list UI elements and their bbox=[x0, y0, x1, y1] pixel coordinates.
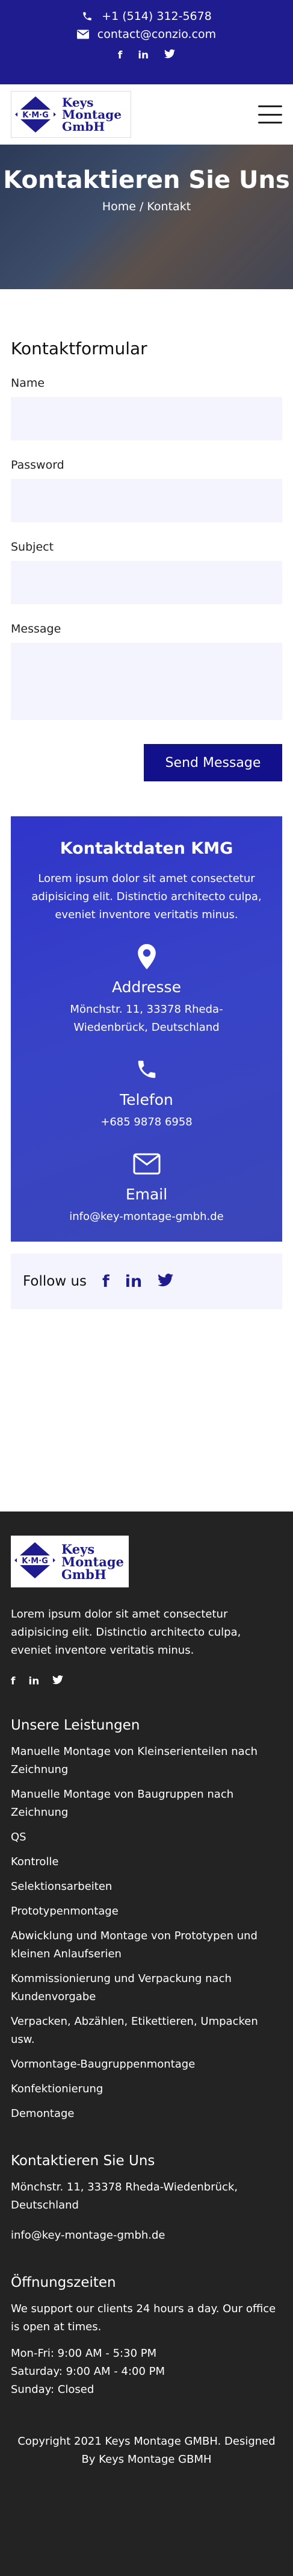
topbar-email-row[interactable]: contact@conzio.com bbox=[0, 25, 293, 43]
linkedin-icon[interactable]: in bbox=[138, 49, 149, 61]
linkedin-icon[interactable]: in bbox=[125, 1272, 142, 1291]
page-title: Kontaktieren Sie Uns bbox=[3, 166, 290, 194]
logo-line-1: Keys bbox=[61, 1541, 95, 1557]
services-heading: Unsere Leistungen bbox=[11, 1718, 140, 1733]
envelope-icon bbox=[11, 1149, 282, 1178]
service-link[interactable]: Vormontage-Baugruppenmontage bbox=[11, 2055, 282, 2074]
email-title: Email bbox=[125, 1186, 168, 1203]
phone-number[interactable]: +685 9878 6958 bbox=[11, 1113, 282, 1131]
subject-field[interactable] bbox=[11, 561, 282, 604]
page-hero: Kontaktieren Sie Uns Home / Kontakt bbox=[0, 145, 293, 289]
twitter-icon[interactable] bbox=[158, 1272, 174, 1291]
service-link[interactable]: Kontrolle bbox=[11, 1853, 282, 1871]
twitter-icon[interactable] bbox=[52, 1675, 64, 1687]
service-link[interactable]: Abwicklung und Montage von Prototypen un… bbox=[11, 1927, 282, 1963]
name-field[interactable] bbox=[11, 397, 282, 440]
topbar-phone-row[interactable]: +1 (514) 312-5678 bbox=[0, 7, 293, 25]
password-field[interactable] bbox=[11, 479, 282, 522]
contact-heading: Kontaktdaten KMG bbox=[60, 839, 233, 858]
footer-social: f in bbox=[11, 1675, 282, 1687]
topbar-email[interactable]: contact@conzio.com bbox=[97, 28, 216, 41]
site-header: K·M·G Keys Montage GmbH bbox=[0, 84, 293, 145]
subject-label: Subject bbox=[11, 540, 54, 554]
opening-hours-list: Mon-Fri: 9:00 AM - 5:30 PM Saturday: 9:0… bbox=[11, 2345, 282, 2399]
contact-form: Kontaktformular Name Password Subject Me… bbox=[0, 339, 293, 781]
twitter-icon[interactable] bbox=[164, 49, 176, 61]
follow-us-bar: Follow us f in bbox=[11, 1254, 282, 1309]
logo-line-1: Keys bbox=[62, 95, 94, 110]
logo-wordmark: Keys Montage GmbH bbox=[62, 96, 122, 133]
logo-mark-text: K·M·G bbox=[22, 1557, 48, 1566]
address-title: Addresse bbox=[112, 978, 181, 996]
phone-title: Telefon bbox=[120, 1091, 173, 1108]
message-label: Message bbox=[11, 622, 61, 636]
menu-toggle-button[interactable] bbox=[258, 105, 282, 123]
footer-about-text: Lorem ipsum dolor sit amet consectetur a… bbox=[11, 1608, 241, 1657]
linkedin-icon[interactable]: in bbox=[28, 1675, 39, 1687]
service-link[interactable]: Manuelle Montage von Kleinserienteilen n… bbox=[11, 1743, 282, 1779]
facebook-icon[interactable]: f bbox=[102, 1272, 109, 1291]
message-field[interactable] bbox=[11, 643, 282, 720]
hours-weekdays: Mon-Fri: 9:00 AM - 5:30 PM bbox=[11, 2347, 157, 2360]
password-label: Password bbox=[11, 458, 64, 472]
logo-line-3: GmbH bbox=[62, 119, 105, 134]
name-label: Name bbox=[11, 377, 45, 390]
email-address[interactable]: info@key-montage-gmbh.de bbox=[11, 1208, 282, 1226]
service-link[interactable]: Konfektionierung bbox=[11, 2080, 282, 2098]
contact-details-panel: Kontaktdaten KMG Lorem ipsum dolor sit a… bbox=[11, 816, 282, 1242]
logo-line-2: Montage bbox=[62, 107, 122, 122]
service-link[interactable]: Manuelle Montage von Baugruppen nach Zei… bbox=[11, 1786, 282, 1822]
address-text: Mönchstr. 11, 33378 Rheda-Wiedenbrück, D… bbox=[70, 1003, 223, 1034]
site-logo[interactable]: K·M·G Keys Montage GmbH bbox=[11, 91, 131, 138]
service-link[interactable]: QS bbox=[11, 1828, 282, 1846]
phone-icon bbox=[11, 1055, 282, 1084]
hours-sunday: Sunday: Closed bbox=[11, 2383, 94, 2396]
topbar-social: f in bbox=[0, 49, 293, 61]
services-list: Manuelle Montage von Kleinserienteilen n… bbox=[11, 1743, 282, 2123]
copyright-text: Copyright 2021 Keys Montage GMBH. Design… bbox=[17, 2435, 276, 2466]
breadcrumb[interactable]: Home / Kontakt bbox=[0, 200, 293, 213]
follow-us-label: Follow us bbox=[23, 1274, 87, 1289]
facebook-icon[interactable]: f bbox=[11, 1675, 15, 1687]
logo-diamond-mark: K·M·G bbox=[13, 1541, 57, 1582]
service-link[interactable]: Demontage bbox=[11, 2105, 282, 2123]
address-block: Addresse Mönchstr. 11, 33378 Rheda-Wiede… bbox=[11, 942, 282, 1037]
topbar-phone[interactable]: +1 (514) 312-5678 bbox=[102, 10, 212, 23]
email-block: Email info@key-montage-gmbh.de bbox=[11, 1149, 282, 1226]
logo-mark-text: K·M·G bbox=[22, 111, 49, 120]
phone-block: Telefon +685 9878 6958 bbox=[11, 1055, 282, 1131]
phone-icon bbox=[81, 10, 93, 22]
logo-line-3: GmbH bbox=[61, 1566, 106, 1582]
service-link[interactable]: Selektionsarbeiten bbox=[11, 1878, 282, 1896]
footer-contact-address: Mönchstr. 11, 33378 Rheda-Wiedenbrück, D… bbox=[11, 2181, 238, 2212]
hamburger-bar bbox=[258, 113, 282, 116]
hours-saturday: Saturday: 9:00 AM - 4:00 PM bbox=[11, 2365, 165, 2378]
envelope-icon bbox=[76, 28, 89, 40]
service-link[interactable]: Verpacken, Abzählen, Etikettieren, Umpac… bbox=[11, 2013, 282, 2049]
hamburger-bar bbox=[258, 105, 282, 107]
opening-hours-heading: Öffnungszeiten bbox=[11, 2275, 116, 2290]
logo-diamond-mark: K·M·G bbox=[14, 95, 57, 134]
top-contact-bar: +1 (514) 312-5678 contact@conzio.com f i… bbox=[0, 0, 293, 84]
site-footer: K·M·G Keys Montage GmbH Lorem ipsum dolo… bbox=[0, 1512, 293, 2576]
service-link[interactable]: Kommissionierung und Verpackung nach Kun… bbox=[11, 1970, 282, 2006]
opening-hours-text: We support our clients 24 hours a day. O… bbox=[11, 2302, 276, 2333]
map-pin-icon bbox=[11, 942, 282, 971]
contact-lead-text: Lorem ipsum dolor sit amet consectetur a… bbox=[31, 872, 262, 921]
footer-logo-wordmark: Keys Montage GmbH bbox=[61, 1543, 124, 1581]
facebook-icon[interactable]: f bbox=[118, 49, 122, 61]
footer-contact-email[interactable]: info@key-montage-gmbh.de bbox=[11, 2227, 282, 2245]
footer-logo[interactable]: K·M·G Keys Montage GmbH bbox=[11, 1536, 129, 1587]
form-heading: Kontaktformular bbox=[11, 339, 147, 358]
logo-line-2: Montage bbox=[61, 1554, 124, 1569]
hamburger-bar bbox=[258, 122, 282, 123]
send-message-button[interactable]: Send Message bbox=[144, 744, 282, 781]
service-link[interactable]: Prototypenmontage bbox=[11, 1902, 282, 1921]
footer-contact-heading: Kontaktieren Sie Uns bbox=[11, 2153, 155, 2169]
